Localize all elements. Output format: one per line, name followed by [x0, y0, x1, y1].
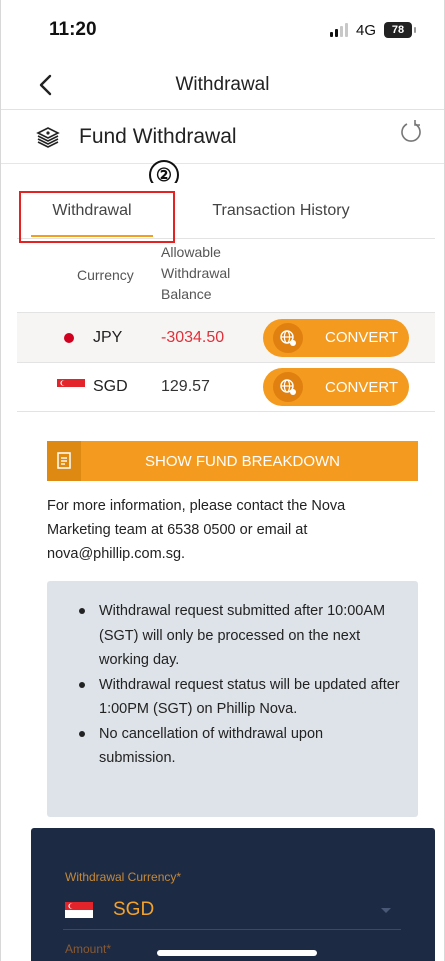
status-indicators: 4G 78 [329, 21, 416, 39]
singapore-flag-icon [65, 901, 93, 918]
notice-item: Withdrawal request submitted after 10:00… [73, 599, 402, 673]
contact-info-text: For more information, please contact the… [47, 498, 346, 562]
currency-code: SGD [93, 378, 128, 395]
status-bar: 11:20 4G 78 [1, 0, 444, 60]
japan-flag-icon [57, 329, 85, 346]
column-header-balance: Allowable Withdrawal Balance [161, 244, 231, 302]
convert-label: CONVERT [325, 378, 399, 396]
singapore-flag-icon [57, 379, 85, 395]
column-header-currency: Currency [77, 267, 134, 283]
withdrawal-currency-select[interactable]: SGD [63, 890, 401, 930]
page-title: Withdrawal [175, 73, 270, 95]
convert-button[interactable]: CONVERT [263, 368, 409, 406]
currency-code: JPY [93, 328, 123, 346]
home-indicator[interactable] [157, 950, 317, 956]
table-row: JPY -3034.50 CONVERT [17, 312, 435, 362]
notice-box: Withdrawal request submitted after 10:00… [47, 581, 418, 817]
table-header: Currency Allowable Withdrawal Balance [17, 240, 435, 308]
globe-icon [273, 322, 303, 353]
app-screen: 11:20 4G 78 Withdrawal Fund Withdrawal ②… [0, 0, 445, 961]
section-title: Fund Withdrawal [79, 124, 237, 148]
balance-value: 129.57 [161, 378, 210, 395]
refresh-icon[interactable] [398, 118, 424, 144]
status-time: 11:20 [49, 19, 97, 40]
globe-icon [273, 372, 303, 402]
battery-icon: 78 [384, 22, 416, 38]
notice-item: Withdrawal request status will be update… [73, 673, 402, 722]
nav-bar: Withdrawal [1, 60, 444, 110]
balance-value: -3034.50 [161, 328, 225, 346]
withdrawal-currency-value: SGD [113, 898, 155, 920]
amount-label: Amount* [65, 942, 112, 956]
convert-button[interactable]: CONVERT [263, 318, 409, 357]
tab-transaction-history[interactable]: Transaction History [181, 183, 381, 239]
show-fund-breakdown-button[interactable]: SHOW FUND BREAKDOWN [47, 441, 418, 481]
network-type: 4G [355, 21, 376, 39]
section-header: Fund Withdrawal [1, 110, 444, 164]
convert-label: CONVERT [325, 329, 399, 346]
back-icon[interactable] [35, 73, 57, 97]
breakdown-label: SHOW FUND BREAKDOWN [145, 452, 340, 470]
money-stack-icon [36, 126, 60, 148]
signal-icon [329, 23, 348, 37]
chevron-down-icon [381, 908, 391, 913]
withdrawal-currency-label: Withdrawal Currency* [65, 870, 182, 884]
table-row: SGD 129.57 CONVERT [17, 362, 435, 412]
notice-item: No cancellation of withdrawal upon submi… [73, 722, 402, 771]
withdrawal-form: Withdrawal Currency* SGD Amount* [31, 828, 435, 961]
annotation-highlight-box [19, 191, 175, 243]
